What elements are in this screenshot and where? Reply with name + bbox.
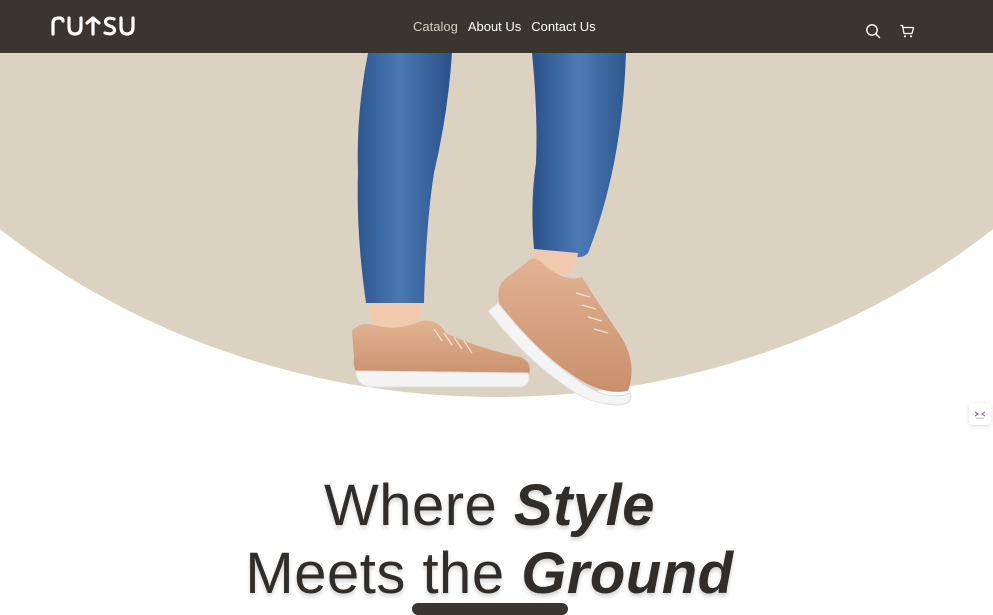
hero-headline: Where Style Meets the Ground (0, 472, 979, 608)
cart-icon[interactable] (899, 23, 915, 39)
hero-sneakers-image (352, 53, 632, 406)
nav-actions (865, 23, 915, 39)
headline-line1: Where Style (323, 472, 656, 538)
sparkle-icon (974, 411, 986, 420)
top-navbar: Catalog About Us Contact Us (0, 0, 993, 53)
nav-contact-us-link[interactable]: Contact Us (531, 19, 595, 34)
nav-catalog-link[interactable]: Catalog (413, 19, 458, 34)
main-nav: Catalog About Us Contact Us (413, 0, 596, 53)
nav-about-us-link[interactable]: About Us (468, 19, 521, 34)
brand-logo[interactable] (50, 14, 140, 38)
search-icon[interactable] (865, 23, 881, 39)
hero-cta-button[interactable] (412, 603, 568, 615)
headline-line2: Meets the Ground (245, 540, 734, 606)
floating-side-widget[interactable] (969, 403, 991, 425)
